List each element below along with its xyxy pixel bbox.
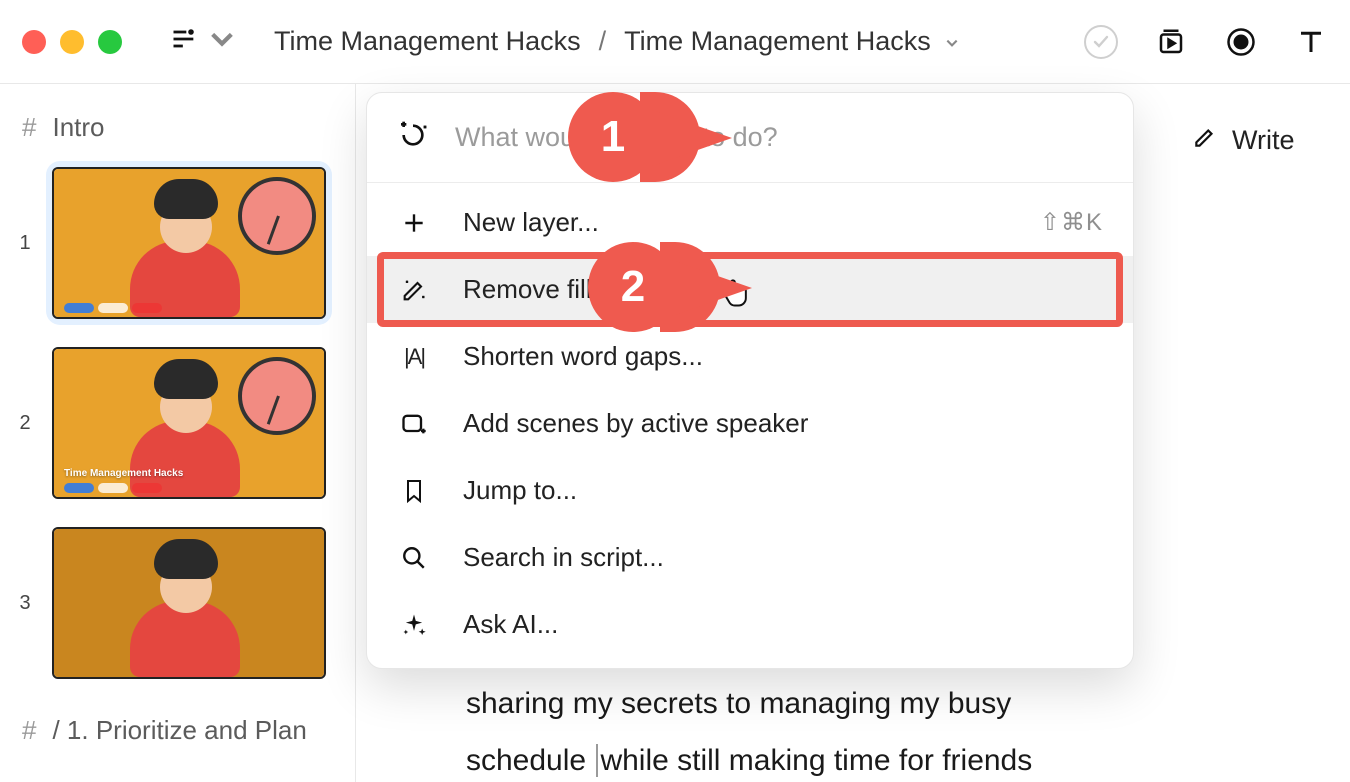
editor-area: 1 2 bbox=[356, 84, 1186, 782]
plus-icon bbox=[397, 210, 431, 236]
minimize-window-button[interactable] bbox=[60, 30, 84, 54]
pencil-icon bbox=[1192, 124, 1218, 157]
app-switcher[interactable] bbox=[170, 25, 236, 58]
palette-item-remove-filler[interactable]: Remove filler words... bbox=[367, 256, 1133, 323]
magic-edit-icon bbox=[397, 276, 431, 304]
scene-list: 1 2 Time bbox=[14, 167, 345, 679]
palette-item-label: Add scenes by active speaker bbox=[463, 408, 808, 439]
scene-number: 1 bbox=[14, 232, 36, 255]
scene-thumbnail[interactable]: Time Management Hacks bbox=[52, 347, 326, 499]
command-palette-icon bbox=[397, 119, 429, 156]
add-scene-icon bbox=[397, 410, 431, 438]
breadcrumb: Time Management Hacks / Time Management … bbox=[274, 26, 959, 57]
scene-sidebar: # Intro 1 2 bbox=[0, 84, 356, 782]
palette-search-row bbox=[367, 93, 1133, 182]
sparkle-icon bbox=[397, 611, 431, 639]
section-hash: # bbox=[22, 112, 36, 143]
chevron-down-icon[interactable] bbox=[945, 26, 959, 57]
section-heading-intro[interactable]: # Intro bbox=[22, 112, 337, 143]
palette-item-label: Shorten word gaps... bbox=[463, 341, 703, 372]
breadcrumb-project[interactable]: Time Management Hacks bbox=[274, 26, 581, 57]
scene-row[interactable]: 1 bbox=[14, 167, 345, 319]
topbar: Time Management Hacks / Time Management … bbox=[0, 0, 1350, 84]
breadcrumb-separator: / bbox=[599, 26, 607, 57]
palette-item-shorten-gaps[interactable]: |A| Shorten word gaps... bbox=[367, 323, 1133, 390]
palette-item-new-layer[interactable]: New layer... ⇧⌘K bbox=[367, 189, 1133, 256]
scene-row[interactable]: 2 Time Management Hacks bbox=[14, 347, 345, 499]
scene-row[interactable]: 3 bbox=[14, 527, 345, 679]
text-tool-button[interactable] bbox=[1294, 25, 1328, 59]
scene-number: 3 bbox=[14, 592, 36, 615]
palette-item-label: Jump to... bbox=[463, 475, 577, 506]
sync-status-icon[interactable] bbox=[1084, 25, 1118, 59]
palette-item-label: Ask AI... bbox=[463, 609, 558, 640]
section-title: Intro bbox=[52, 112, 104, 143]
palette-item-add-scenes[interactable]: Add scenes by active speaker bbox=[367, 390, 1133, 457]
maximize-window-button[interactable] bbox=[98, 30, 122, 54]
palette-search-input[interactable] bbox=[455, 122, 1103, 153]
scene-thumbnail[interactable] bbox=[52, 167, 326, 319]
media-library-button[interactable] bbox=[1154, 25, 1188, 59]
palette-item-label: Search in script... bbox=[463, 542, 664, 573]
palette-item-label: Remove filler words... bbox=[463, 274, 713, 305]
command-palette: New layer... ⇧⌘K Remove filler words... bbox=[366, 92, 1134, 669]
palette-item-ask-ai[interactable]: Ask AI... bbox=[367, 591, 1133, 658]
search-icon bbox=[397, 545, 431, 571]
close-window-button[interactable] bbox=[22, 30, 46, 54]
scene-number: 2 bbox=[14, 412, 36, 435]
write-button[interactable]: Write bbox=[1186, 124, 1350, 157]
topbar-actions bbox=[1084, 25, 1328, 59]
app-logo-icon bbox=[170, 25, 198, 58]
word-gap-icon: |A| bbox=[397, 344, 431, 370]
palette-item-jump-to[interactable]: Jump to... bbox=[367, 457, 1133, 524]
window-controls bbox=[22, 30, 122, 54]
record-button[interactable] bbox=[1224, 25, 1258, 59]
chevron-down-icon bbox=[208, 25, 236, 58]
thumbnail-title: Time Management Hacks bbox=[64, 468, 183, 479]
cursor-hand-icon bbox=[721, 276, 751, 315]
bookmark-icon bbox=[397, 478, 431, 504]
palette-item-label: New layer... bbox=[463, 207, 599, 238]
write-label: Write bbox=[1232, 125, 1295, 156]
scene-thumbnail[interactable] bbox=[52, 527, 326, 679]
section-title: / 1. Prioritize and Plan bbox=[52, 715, 306, 746]
breadcrumb-document[interactable]: Time Management Hacks bbox=[624, 26, 931, 57]
section-hash: # bbox=[22, 715, 36, 746]
palette-item-search-script[interactable]: Search in script... bbox=[367, 524, 1133, 591]
section-heading-prioritize[interactable]: # / 1. Prioritize and Plan bbox=[22, 715, 337, 746]
right-rail: Write bbox=[1186, 84, 1350, 782]
keyboard-shortcut: ⇧⌘K bbox=[1040, 208, 1103, 237]
